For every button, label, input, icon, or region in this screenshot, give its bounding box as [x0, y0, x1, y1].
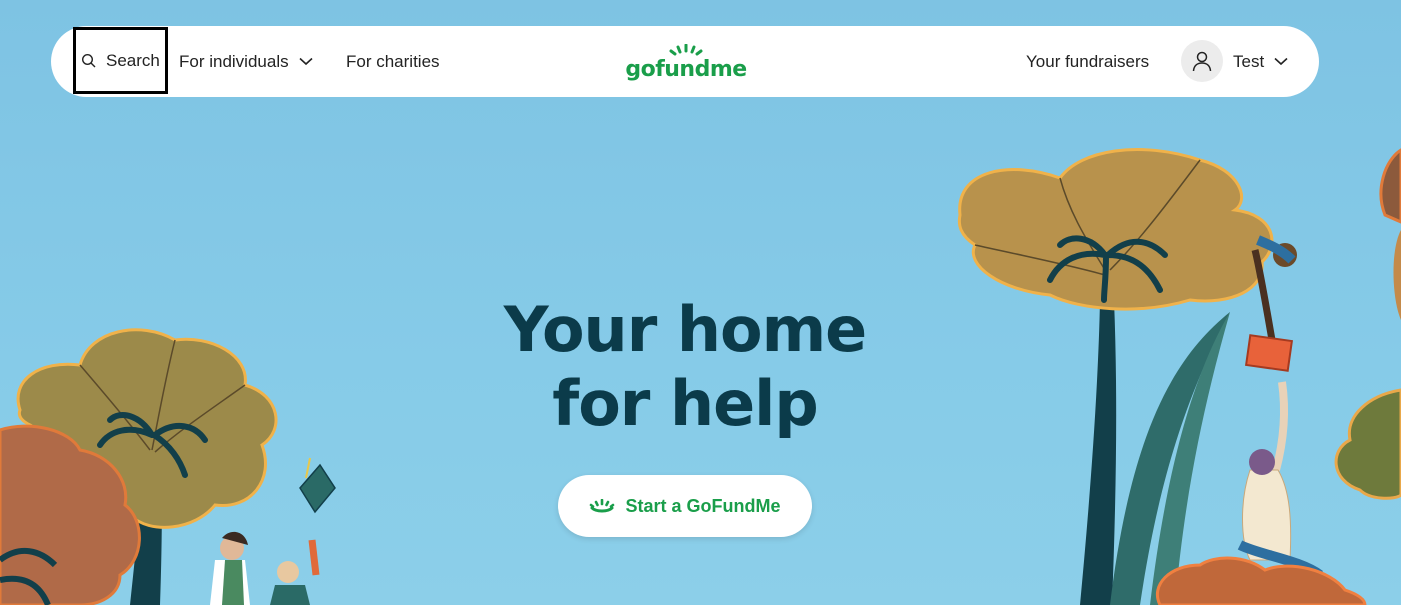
gofundme-sun-icon	[669, 44, 703, 56]
search-icon	[81, 53, 96, 67]
hero-title: Your home for help	[460, 293, 910, 441]
chevron-down-icon	[299, 57, 313, 66]
top-navbar: Search For individuals For charities gof…	[51, 26, 1319, 97]
search-button[interactable]: Search	[73, 27, 168, 94]
right-flower	[957, 148, 1274, 311]
user-menu[interactable]: Test	[1233, 26, 1288, 97]
user-icon	[1192, 51, 1212, 72]
gofundme-sun-icon	[590, 499, 615, 513]
gofundme-logo[interactable]: gofundme	[625, 40, 747, 82]
avatar[interactable]	[1181, 40, 1223, 82]
search-label: Search	[106, 50, 160, 70]
for-individuals-menu[interactable]: For individuals	[179, 26, 313, 97]
for-individuals-label: For individuals	[179, 51, 289, 71]
logo-text: gofundme	[625, 57, 747, 82]
hero-title-line-2: for help	[552, 367, 819, 440]
start-gofundme-button[interactable]: Start a GoFundMe	[558, 475, 812, 537]
for-charities-link[interactable]: For charities	[346, 26, 440, 97]
your-fundraisers-label: Your fundraisers	[1026, 51, 1150, 71]
user-name: Test	[1233, 51, 1265, 71]
for-charities-label: For charities	[346, 51, 440, 71]
start-gofundme-label: Start a GoFundMe	[625, 495, 781, 516]
your-fundraisers-link[interactable]: Your fundraisers	[1026, 26, 1149, 97]
chevron-down-icon	[1274, 57, 1288, 66]
hero-title-line-1: Your home	[503, 293, 868, 366]
